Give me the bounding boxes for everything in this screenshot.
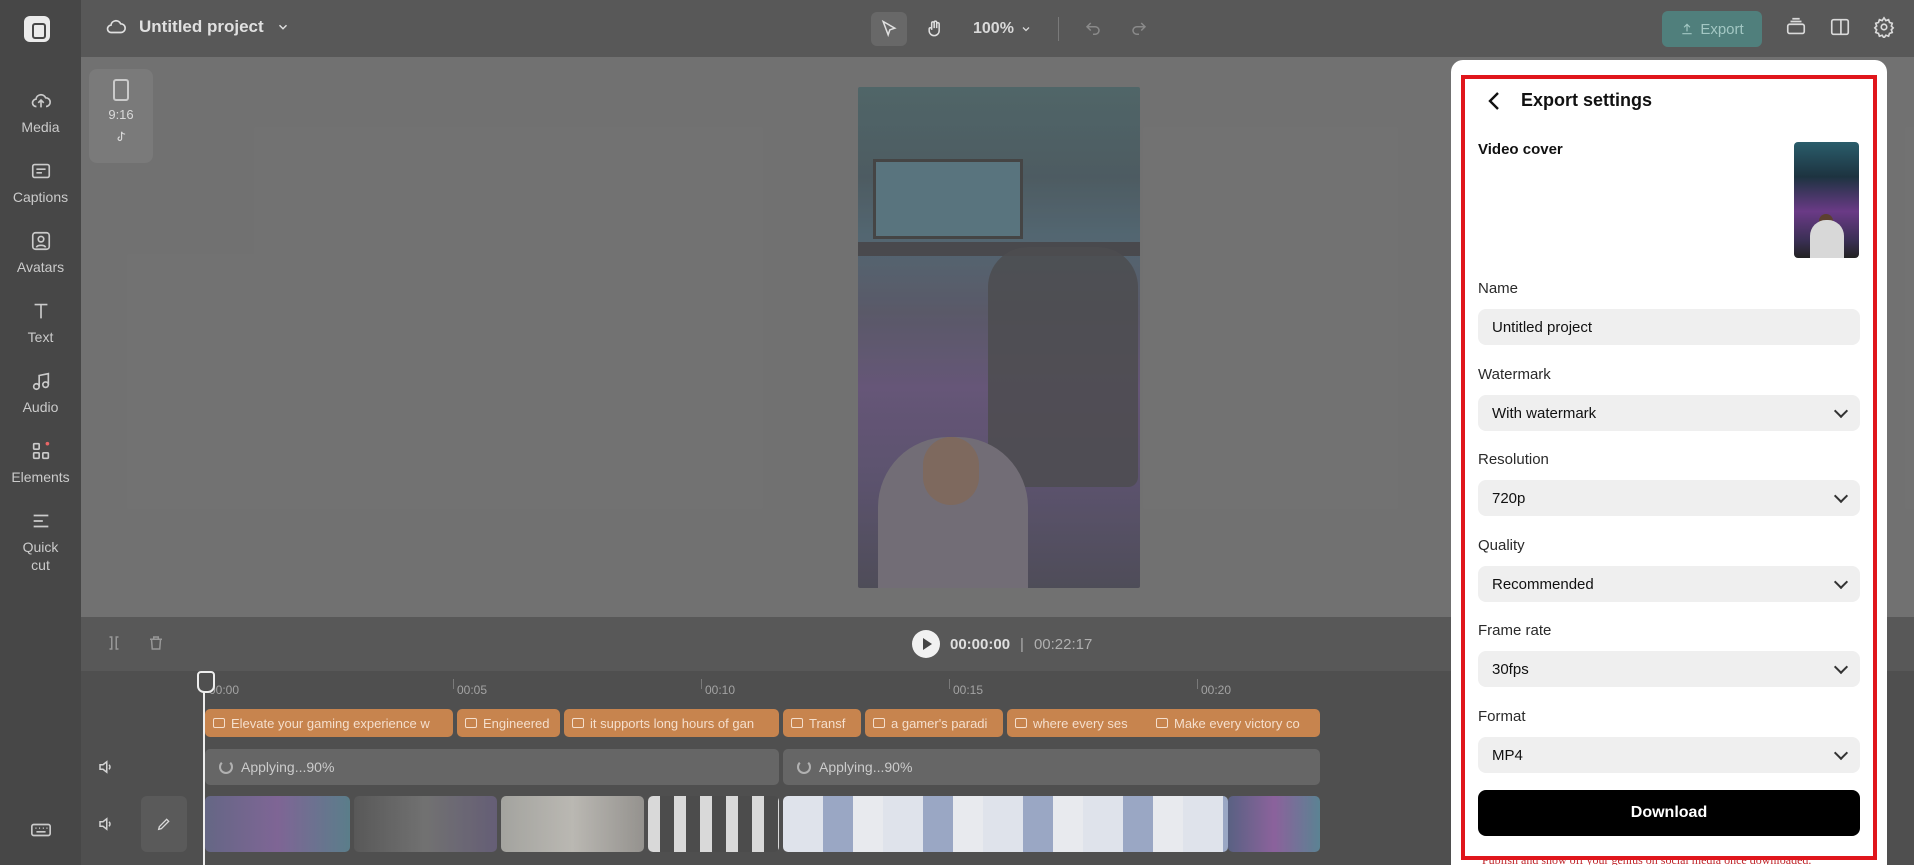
back-arrow-icon[interactable] <box>1487 91 1501 111</box>
chevron-down-icon <box>1833 659 1849 674</box>
thumbnail-person <box>1810 220 1844 258</box>
resolution-label: Resolution <box>1478 451 1549 468</box>
format-label: Format <box>1478 708 1526 725</box>
format-select[interactable]: MP4 <box>1478 737 1860 773</box>
watermark-select[interactable]: With watermark <box>1478 395 1860 431</box>
frame-rate-label: Frame rate <box>1478 622 1552 639</box>
export-panel-header: Export settings <box>1487 90 1652 111</box>
frame-rate-select[interactable]: 30fps <box>1478 651 1860 687</box>
chevron-down-icon <box>1833 403 1849 418</box>
chevron-down-icon <box>1833 745 1849 760</box>
format-value: MP4 <box>1492 746 1523 764</box>
export-panel-title: Export settings <box>1521 90 1653 110</box>
download-button[interactable]: Download <box>1478 790 1860 836</box>
watermark-label: Watermark <box>1478 366 1551 383</box>
chevron-down-icon <box>1833 574 1849 589</box>
publish-note: Publish and show off your genius on soci… <box>1482 853 1812 865</box>
download-label: Download <box>1630 804 1708 821</box>
watermark-value: With watermark <box>1492 404 1597 422</box>
name-input[interactable] <box>1492 318 1846 336</box>
quality-value: Recommended <box>1492 575 1594 593</box>
resolution-value: 720p <box>1492 489 1526 507</box>
chevron-down-icon <box>1833 488 1849 503</box>
quality-label: Quality <box>1478 537 1525 554</box>
name-label: Name <box>1478 280 1519 297</box>
name-field[interactable] <box>1478 309 1860 345</box>
video-cover-label: Video cover <box>1478 141 1563 158</box>
frame-rate-value: 30fps <box>1492 660 1529 678</box>
quality-select[interactable]: Recommended <box>1478 566 1860 602</box>
resolution-select[interactable]: 720p <box>1478 480 1860 516</box>
video-cover-thumbnail[interactable] <box>1794 142 1859 258</box>
